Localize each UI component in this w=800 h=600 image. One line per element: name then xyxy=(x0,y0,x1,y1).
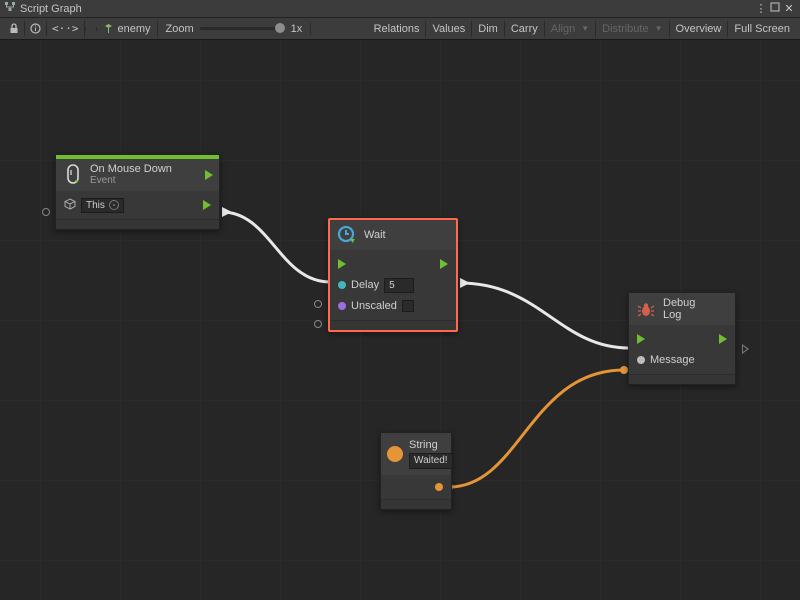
breadcrumb-separator xyxy=(85,27,97,31)
flow-out-port[interactable] xyxy=(203,200,211,210)
chevron-down-icon: ▼ xyxy=(581,24,589,33)
node-on-mouse-down[interactable]: On Mouse Down Event This xyxy=(55,154,220,230)
toolbar: <··> enemy Zoom 1x Relations Values Dim … xyxy=(0,18,800,40)
node-title: Wait xyxy=(364,229,386,241)
object-cube-icon xyxy=(64,198,76,213)
carry-button[interactable]: Carry xyxy=(505,21,545,37)
fullscreen-button[interactable]: Full Screen xyxy=(728,21,796,37)
window-close-button[interactable]: ✕ xyxy=(782,2,796,15)
align-dropdown[interactable]: Align▼ xyxy=(545,21,596,37)
zoom-slider[interactable] xyxy=(200,27,285,30)
relations-button[interactable]: Relations xyxy=(368,21,427,37)
window-menu-icon[interactable]: ⋮ xyxy=(754,2,768,15)
window-maximize-button[interactable] xyxy=(768,2,782,15)
mouse-event-icon xyxy=(62,164,84,186)
flow-out-port[interactable] xyxy=(205,170,213,180)
input-port[interactable] xyxy=(42,208,50,216)
message-label: Message xyxy=(650,354,695,366)
flow-out-external[interactable] xyxy=(742,344,749,354)
delay-label: Delay xyxy=(351,279,379,291)
graph-object-label: enemy xyxy=(118,23,151,35)
delay-input-port[interactable] xyxy=(338,281,346,289)
node-subtitle: Event xyxy=(90,175,172,187)
string-value-field[interactable]: Waited! xyxy=(409,453,453,469)
node-subtitle: Log xyxy=(663,309,695,321)
zoom-label: Zoom xyxy=(166,23,194,35)
unscaled-input-port[interactable] xyxy=(338,302,346,310)
node-title: On Mouse Down xyxy=(90,163,172,175)
input-port[interactable] xyxy=(314,300,322,308)
graph-object-selector[interactable]: enemy xyxy=(97,21,158,37)
node-title: Debug xyxy=(663,297,695,309)
input-port[interactable] xyxy=(314,320,322,328)
window-titlebar: Script Graph ⋮ ✕ xyxy=(0,0,800,18)
bug-icon xyxy=(635,298,657,320)
script-graph-icon xyxy=(4,1,16,16)
values-button[interactable]: Values xyxy=(426,21,472,37)
string-output-port[interactable] xyxy=(435,483,443,491)
chevron-down-icon: ▼ xyxy=(655,24,663,33)
object-picker-icon[interactable] xyxy=(109,200,119,210)
target-object-field[interactable]: This xyxy=(81,198,124,213)
target-object-value: This xyxy=(86,200,105,211)
wait-clock-icon xyxy=(336,224,358,246)
distribute-dropdown[interactable]: Distribute▼ xyxy=(596,21,669,37)
delay-field[interactable]: 5 xyxy=(384,278,414,293)
message-input-port[interactable] xyxy=(637,356,645,364)
flow-out-port[interactable] xyxy=(719,334,727,344)
flow-in-port[interactable] xyxy=(338,259,346,269)
unscaled-label: Unscaled xyxy=(351,300,397,312)
code-button[interactable]: <··> xyxy=(47,20,85,37)
string-type-icon xyxy=(387,445,403,463)
zoom-value: 1x xyxy=(291,23,303,35)
graph-canvas[interactable]: On Mouse Down Event This xyxy=(0,40,800,600)
node-string[interactable]: String Waited! xyxy=(380,432,452,510)
node-debug-log[interactable]: Debug Log Message xyxy=(628,292,736,385)
node-wait[interactable]: Wait Delay 5 Unscaled xyxy=(328,218,458,332)
flow-out-port[interactable] xyxy=(440,259,448,269)
lock-button[interactable] xyxy=(4,21,25,36)
zoom-control: Zoom 1x xyxy=(158,23,312,35)
overview-button[interactable]: Overview xyxy=(670,21,729,37)
unscaled-checkbox[interactable] xyxy=(402,300,414,312)
flow-in-port[interactable] xyxy=(637,334,645,344)
dim-button[interactable]: Dim xyxy=(472,21,505,37)
window-title: Script Graph xyxy=(20,3,82,15)
node-title: String xyxy=(409,439,453,451)
info-button[interactable] xyxy=(25,21,47,36)
